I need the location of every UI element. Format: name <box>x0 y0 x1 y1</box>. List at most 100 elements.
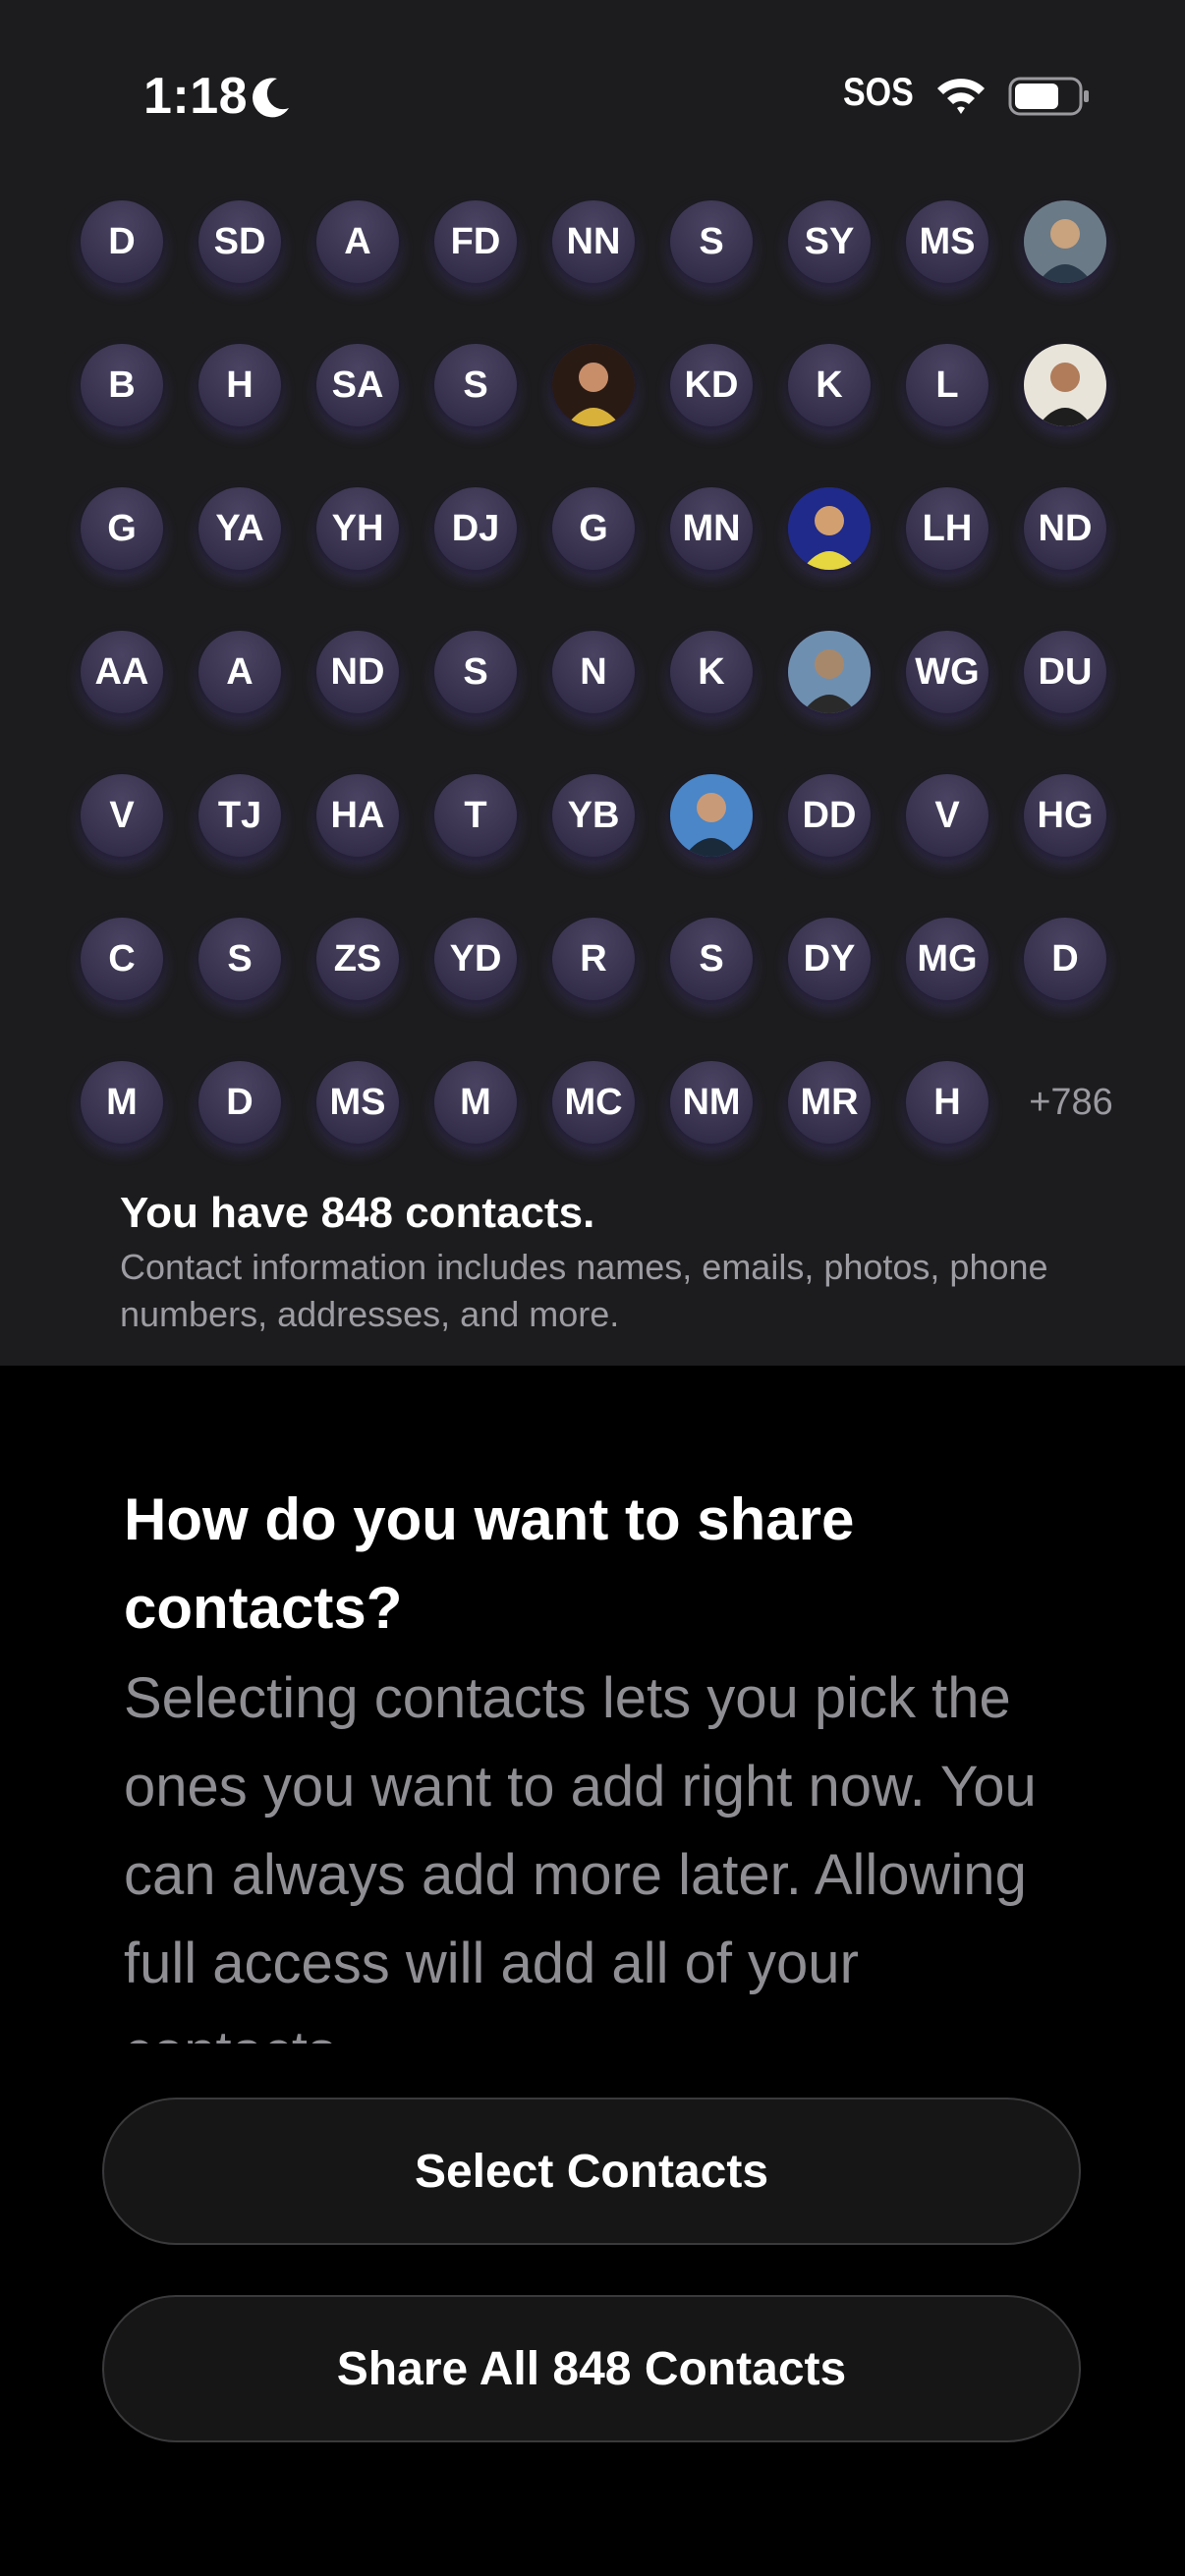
contact-initials-avatar: R <box>552 918 635 1000</box>
contact-cell: MN <box>668 487 786 631</box>
contact-cell: C <box>79 918 197 1061</box>
contact-cell: SD <box>197 200 314 344</box>
contact-initials-avatar: LH <box>906 487 988 570</box>
contact-cell <box>550 344 668 487</box>
share-all-contacts-button[interactable]: Share All 848 Contacts <box>102 2295 1081 2442</box>
contact-cell: K <box>786 344 904 487</box>
contact-initials-avatar: G <box>81 487 163 570</box>
person-photo-icon <box>670 774 753 857</box>
contact-cell <box>786 631 904 774</box>
contact-cell: M <box>432 1061 550 1204</box>
contact-initials-avatar: L <box>906 344 988 426</box>
contact-cell: MG <box>904 918 1022 1061</box>
contact-initials-avatar: G <box>552 487 635 570</box>
contact-cell: YB <box>550 774 668 918</box>
contact-initials-avatar: M <box>81 1061 163 1144</box>
contact-initials-avatar: D <box>198 1061 281 1144</box>
contact-cell: MS <box>314 1061 432 1204</box>
moon-icon <box>253 78 289 118</box>
contact-initials-avatar: V <box>81 774 163 857</box>
contact-cell: HG <box>1022 774 1140 918</box>
contact-cell: S <box>432 631 550 774</box>
contact-initials-avatar: DD <box>788 774 871 857</box>
sos-indicator: SOS <box>843 71 914 114</box>
contact-cell: M <box>79 1061 197 1204</box>
contact-cell: LH <box>904 487 1022 631</box>
contact-cell: V <box>904 774 1022 918</box>
contact-initials-avatar: MC <box>552 1061 635 1144</box>
contact-cell: A <box>314 200 432 344</box>
contact-photo-avatar <box>670 774 753 857</box>
contact-initials-avatar: NM <box>670 1061 753 1144</box>
contact-initials-avatar: M <box>434 1061 517 1144</box>
contact-initials-avatar: DU <box>1024 631 1106 713</box>
explanation-scroll-area[interactable]: Selecting contacts lets you pick the one… <box>124 1654 1067 2044</box>
contact-initials-avatar: DJ <box>434 487 517 570</box>
contact-initials-avatar: ZS <box>316 918 399 1000</box>
contact-initials-avatar: MS <box>316 1061 399 1144</box>
contact-cell: TJ <box>197 774 314 918</box>
select-contacts-button[interactable]: Select Contacts <box>102 2098 1081 2245</box>
contact-initials-avatar: MG <box>906 918 988 1000</box>
share-question-title: How do you want to share contacts? <box>124 1486 855 1641</box>
contact-initials-avatar: SY <box>788 200 871 283</box>
contact-initials-avatar: K <box>670 631 753 713</box>
contact-cell: H <box>197 344 314 487</box>
contact-cell: G <box>79 487 197 631</box>
contact-photo-avatar <box>1024 200 1106 283</box>
person-photo-icon <box>788 487 871 570</box>
contact-cell: NN <box>550 200 668 344</box>
explanation-text: Selecting contacts lets you pick the one… <box>124 1666 1037 2044</box>
contact-initials-avatar: S <box>670 200 753 283</box>
contact-initials-avatar: YH <box>316 487 399 570</box>
contact-cell: SA <box>314 344 432 487</box>
contact-cell: D <box>197 1061 314 1204</box>
person-photo-icon <box>1024 344 1106 426</box>
contact-initials-avatar: ND <box>316 631 399 713</box>
contact-cell: MC <box>550 1061 668 1204</box>
contact-initials-avatar: HG <box>1024 774 1106 857</box>
contact-cell: ZS <box>314 918 432 1061</box>
contact-cell: WG <box>904 631 1022 774</box>
contact-cell: DD <box>786 774 904 918</box>
contact-cell: YA <box>197 487 314 631</box>
contact-initials-avatar: SA <box>316 344 399 426</box>
person-photo-icon <box>552 344 635 426</box>
contact-cell: MS <box>904 200 1022 344</box>
contact-initials-avatar: S <box>198 918 281 1000</box>
contact-cell: HA <box>314 774 432 918</box>
contact-cell: K <box>668 631 786 774</box>
contact-initials-avatar: A <box>198 631 281 713</box>
contact-cell: FD <box>432 200 550 344</box>
contact-cell: YH <box>314 487 432 631</box>
contact-cell: AA <box>79 631 197 774</box>
contact-initials-avatar: WG <box>906 631 988 713</box>
person-photo-icon <box>788 631 871 713</box>
contacts-count-heading: You have 848 contacts. <box>120 1189 595 1237</box>
contact-cell: KD <box>668 344 786 487</box>
contact-cell: SY <box>786 200 904 344</box>
contact-initials-avatar: D <box>1024 918 1106 1000</box>
contacts-preview-panel: 1:18 SOS D SD A FD NN S SY MS B H SA S KD K L G YA YH DJ G M… <box>0 0 1185 1366</box>
contact-initials-avatar: MS <box>906 200 988 283</box>
contact-initials-avatar: D <box>81 200 163 283</box>
contact-initials-avatar: AA <box>81 631 163 713</box>
contact-initials-avatar: MN <box>670 487 753 570</box>
contact-initials-avatar: KD <box>670 344 753 426</box>
contact-cell <box>786 487 904 631</box>
contact-initials-avatar: ND <box>1024 487 1106 570</box>
contact-initials-avatar: H <box>906 1061 988 1144</box>
contact-cell: V <box>79 774 197 918</box>
contact-cell: H <box>904 1061 1022 1204</box>
person-photo-icon <box>1024 200 1106 283</box>
contact-cell: S <box>432 344 550 487</box>
contact-cell: ND <box>1022 487 1140 631</box>
contact-cell: R <box>550 918 668 1061</box>
contact-initials-avatar: H <box>198 344 281 426</box>
contact-cell: S <box>197 918 314 1061</box>
contact-cell: L <box>904 344 1022 487</box>
contact-cell: DY <box>786 918 904 1061</box>
contact-cell: D <box>79 200 197 344</box>
status-time: 1:18 <box>143 68 249 125</box>
contact-initials-avatar: C <box>81 918 163 1000</box>
